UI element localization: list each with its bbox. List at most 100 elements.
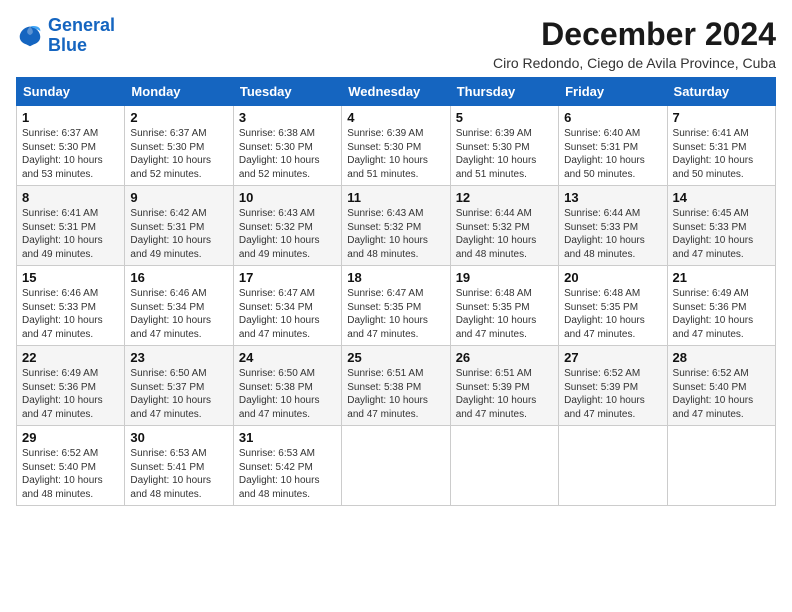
weekday-header-tuesday: Tuesday (233, 78, 341, 106)
calendar-table: SundayMondayTuesdayWednesdayThursdayFrid… (16, 77, 776, 506)
day-info: Sunrise: 6:52 AM Sunset: 5:39 PM Dayligh… (564, 367, 661, 421)
day-info: Sunrise: 6:43 AM Sunset: 5:32 PM Dayligh… (347, 207, 444, 261)
day-info: Sunrise: 6:39 AM Sunset: 5:30 PM Dayligh… (456, 127, 553, 181)
title-block: December 2024 Ciro Redondo, Ciego de Avi… (493, 16, 776, 71)
calendar-week-row: 29 Sunrise: 6:52 AM Sunset: 5:40 PM Dayli… (17, 426, 776, 506)
calendar-day-cell: 3 Sunrise: 6:38 AM Sunset: 5:30 PM Daylig… (233, 106, 341, 186)
calendar-day-cell: 5 Sunrise: 6:39 AM Sunset: 5:30 PM Daylig… (450, 106, 558, 186)
day-number: 10 (239, 190, 336, 205)
day-number: 6 (564, 110, 661, 125)
day-info: Sunrise: 6:39 AM Sunset: 5:30 PM Dayligh… (347, 127, 444, 181)
day-info: Sunrise: 6:53 AM Sunset: 5:42 PM Dayligh… (239, 447, 336, 501)
calendar-day-cell: 18Sunrise: 6:47 AM Sunset: 5:35 PM Dayli… (342, 266, 450, 346)
weekday-header-sunday: Sunday (17, 78, 125, 106)
calendar-day-cell: 22 Sunrise: 6:49 AM Sunset: 5:36 PM Dayli… (17, 346, 125, 426)
weekday-header-wednesday: Wednesday (342, 78, 450, 106)
day-info: Sunrise: 6:38 AM Sunset: 5:30 PM Dayligh… (239, 127, 336, 181)
day-info: Sunrise: 6:49 AM Sunset: 5:36 PM Dayligh… (22, 367, 119, 421)
day-number: 21 (673, 270, 770, 285)
calendar-day-cell: 20 Sunrise: 6:48 AM Sunset: 5:35 PM Dayli… (559, 266, 667, 346)
calendar-day-cell: 17 Sunrise: 6:47 AM Sunset: 5:34 PM Dayli… (233, 266, 341, 346)
day-info: Sunrise: 6:51 AM Sunset: 5:39 PM Dayligh… (456, 367, 553, 421)
day-number: 27 (564, 350, 661, 365)
day-number: 26 (456, 350, 553, 365)
day-info: Sunrise: 6:45 AM Sunset: 5:33 PM Dayligh… (673, 207, 770, 261)
calendar-day-cell: 21 Sunrise: 6:49 AM Sunset: 5:36 PM Dayli… (667, 266, 775, 346)
day-number: 23 (130, 350, 227, 365)
page-title: December 2024 (493, 16, 776, 53)
day-info: Sunrise: 6:52 AM Sunset: 5:40 PM Dayligh… (673, 367, 770, 421)
weekday-header-monday: Monday (125, 78, 233, 106)
logo-line2: Blue (48, 35, 87, 55)
calendar-day-cell: 30Sunrise: 6:53 AM Sunset: 5:41 PM Dayli… (125, 426, 233, 506)
calendar-day-cell: 15Sunrise: 6:46 AM Sunset: 5:33 PM Dayli… (17, 266, 125, 346)
calendar-week-row: 22 Sunrise: 6:49 AM Sunset: 5:36 PM Dayli… (17, 346, 776, 426)
day-info: Sunrise: 6:37 AM Sunset: 5:30 PM Dayligh… (22, 127, 119, 181)
calendar-week-row: 15Sunrise: 6:46 AM Sunset: 5:33 PM Dayli… (17, 266, 776, 346)
day-info: Sunrise: 6:40 AM Sunset: 5:31 PM Dayligh… (564, 127, 661, 181)
logo: General Blue (16, 16, 115, 56)
weekday-header-thursday: Thursday (450, 78, 558, 106)
day-number: 1 (22, 110, 119, 125)
header: General Blue December 2024 Ciro Redondo,… (16, 16, 776, 71)
day-info: Sunrise: 6:50 AM Sunset: 5:37 PM Dayligh… (130, 367, 227, 421)
day-info: Sunrise: 6:47 AM Sunset: 5:35 PM Dayligh… (347, 287, 444, 341)
day-number: 12 (456, 190, 553, 205)
empty-cell (667, 426, 775, 506)
day-info: Sunrise: 6:48 AM Sunset: 5:35 PM Dayligh… (456, 287, 553, 341)
day-number: 15 (22, 270, 119, 285)
day-number: 20 (564, 270, 661, 285)
day-number: 29 (22, 430, 119, 445)
calendar-day-cell: 12 Sunrise: 6:44 AM Sunset: 5:32 PM Dayli… (450, 186, 558, 266)
day-number: 16 (130, 270, 227, 285)
calendar-day-cell: 11Sunrise: 6:43 AM Sunset: 5:32 PM Dayli… (342, 186, 450, 266)
day-info: Sunrise: 6:46 AM Sunset: 5:34 PM Dayligh… (130, 287, 227, 341)
calendar-day-cell: 1 Sunrise: 6:37 AM Sunset: 5:30 PM Daylig… (17, 106, 125, 186)
day-info: Sunrise: 6:44 AM Sunset: 5:33 PM Dayligh… (564, 207, 661, 261)
logo-icon (16, 22, 44, 50)
calendar-day-cell: 19 Sunrise: 6:48 AM Sunset: 5:35 PM Dayli… (450, 266, 558, 346)
day-number: 2 (130, 110, 227, 125)
calendar-day-cell: 14Sunrise: 6:45 AM Sunset: 5:33 PM Dayli… (667, 186, 775, 266)
empty-cell (342, 426, 450, 506)
calendar-day-cell: 8Sunrise: 6:41 AM Sunset: 5:31 PM Daylig… (17, 186, 125, 266)
day-number: 8 (22, 190, 119, 205)
calendar-day-cell: 24 Sunrise: 6:50 AM Sunset: 5:38 PM Dayli… (233, 346, 341, 426)
calendar-week-row: 1 Sunrise: 6:37 AM Sunset: 5:30 PM Daylig… (17, 106, 776, 186)
calendar-day-cell: 9 Sunrise: 6:42 AM Sunset: 5:31 PM Daylig… (125, 186, 233, 266)
weekday-header-friday: Friday (559, 78, 667, 106)
calendar-week-row: 8Sunrise: 6:41 AM Sunset: 5:31 PM Daylig… (17, 186, 776, 266)
day-info: Sunrise: 6:44 AM Sunset: 5:32 PM Dayligh… (456, 207, 553, 261)
day-info: Sunrise: 6:52 AM Sunset: 5:40 PM Dayligh… (22, 447, 119, 501)
day-number: 22 (22, 350, 119, 365)
day-number: 13 (564, 190, 661, 205)
day-number: 17 (239, 270, 336, 285)
day-info: Sunrise: 6:41 AM Sunset: 5:31 PM Dayligh… (673, 127, 770, 181)
day-number: 9 (130, 190, 227, 205)
day-number: 19 (456, 270, 553, 285)
day-number: 3 (239, 110, 336, 125)
day-number: 5 (456, 110, 553, 125)
day-number: 4 (347, 110, 444, 125)
calendar-day-cell: 2Sunrise: 6:37 AM Sunset: 5:30 PM Daylig… (125, 106, 233, 186)
calendar-day-cell: 7Sunrise: 6:41 AM Sunset: 5:31 PM Daylig… (667, 106, 775, 186)
day-number: 24 (239, 350, 336, 365)
day-info: Sunrise: 6:48 AM Sunset: 5:35 PM Dayligh… (564, 287, 661, 341)
day-info: Sunrise: 6:43 AM Sunset: 5:32 PM Dayligh… (239, 207, 336, 261)
calendar-day-cell: 26 Sunrise: 6:51 AM Sunset: 5:39 PM Dayli… (450, 346, 558, 426)
calendar-day-cell: 16 Sunrise: 6:46 AM Sunset: 5:34 PM Dayli… (125, 266, 233, 346)
day-info: Sunrise: 6:50 AM Sunset: 5:38 PM Dayligh… (239, 367, 336, 421)
day-info: Sunrise: 6:51 AM Sunset: 5:38 PM Dayligh… (347, 367, 444, 421)
weekday-header-row: SundayMondayTuesdayWednesdayThursdayFrid… (17, 78, 776, 106)
calendar-day-cell: 23 Sunrise: 6:50 AM Sunset: 5:37 PM Dayli… (125, 346, 233, 426)
day-info: Sunrise: 6:53 AM Sunset: 5:41 PM Dayligh… (130, 447, 227, 501)
calendar-day-cell: 29 Sunrise: 6:52 AM Sunset: 5:40 PM Dayli… (17, 426, 125, 506)
day-number: 28 (673, 350, 770, 365)
calendar-day-cell: 4 Sunrise: 6:39 AM Sunset: 5:30 PM Daylig… (342, 106, 450, 186)
day-info: Sunrise: 6:42 AM Sunset: 5:31 PM Dayligh… (130, 207, 227, 261)
calendar-day-cell: 13 Sunrise: 6:44 AM Sunset: 5:33 PM Dayli… (559, 186, 667, 266)
day-info: Sunrise: 6:49 AM Sunset: 5:36 PM Dayligh… (673, 287, 770, 341)
calendar-day-cell: 6 Sunrise: 6:40 AM Sunset: 5:31 PM Daylig… (559, 106, 667, 186)
calendar-day-cell: 25Sunrise: 6:51 AM Sunset: 5:38 PM Dayli… (342, 346, 450, 426)
day-info: Sunrise: 6:47 AM Sunset: 5:34 PM Dayligh… (239, 287, 336, 341)
